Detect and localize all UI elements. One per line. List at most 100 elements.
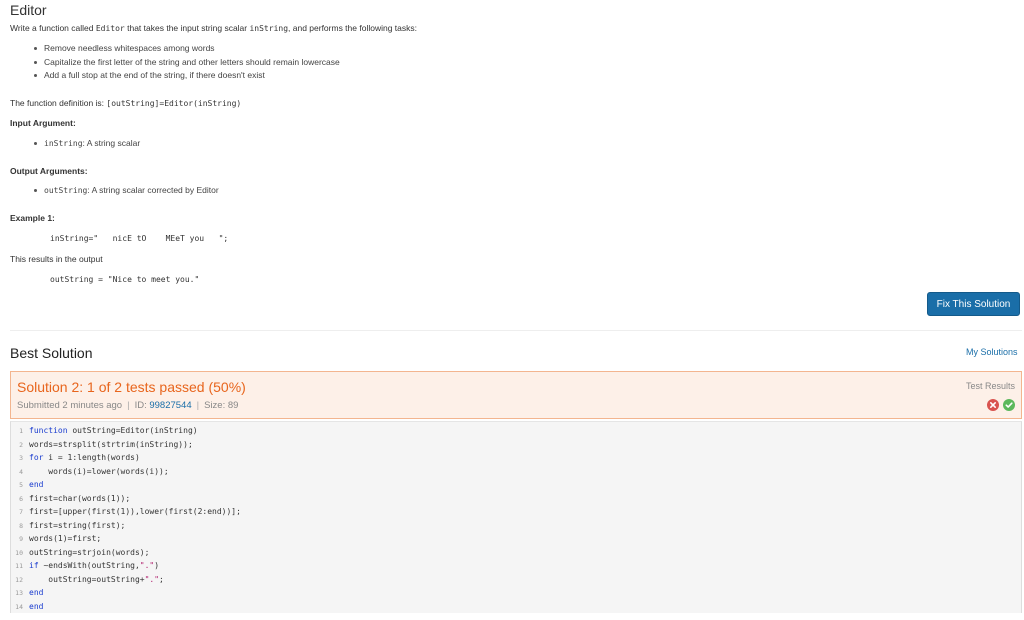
code-line: 7 first=[upper(first(1)),lower(first(2:en… (11, 507, 1021, 520)
line-number: 10 (15, 548, 23, 557)
code-rest: outString=strjoin(words); (29, 547, 150, 557)
output-arg-name: outString (44, 186, 88, 195)
code-text: words(1)=first; (29, 534, 101, 543)
code-line: 1 function outString=Editor(inString) (11, 426, 1021, 439)
result-text: This results in the output (10, 254, 103, 264)
code-keyword: if (29, 561, 39, 570)
code-line: 10 outString=strjoin(words); (11, 548, 1021, 561)
intro-func-name: Editor (95, 24, 125, 33)
code-line: 11 if ~endsWith(outString,".") (11, 561, 1021, 574)
definition-label: The function definition is: (10, 98, 107, 108)
code-line: 9 words(1)=first; (11, 534, 1021, 547)
task-item: Capitalize the first letter of the strin… (34, 56, 340, 70)
code-keyword: end (29, 588, 44, 597)
solution-title[interactable]: Solution 2: 1 of 2 tests passed (50%) (17, 379, 246, 395)
submitted-time: Submitted 2 minutes ago (17, 400, 123, 411)
code-line: 2 words=strsplit(strtrim(inString)); (11, 440, 1021, 453)
code-rest: first=string(first); (29, 520, 126, 530)
fix-solution-button[interactable]: Fix This Solution (927, 292, 1020, 316)
input-arg-desc: : A string scalar (82, 138, 141, 148)
line-number: 12 (15, 575, 23, 584)
solution-size: Size: 89 (204, 400, 239, 411)
code-rest: outString=Editor(inString) (67, 426, 198, 435)
code-keyword: end (29, 601, 44, 611)
solution-header: Solution 2: 1 of 2 tests passed (50%) Su… (10, 371, 1022, 419)
problem-title: Editor (10, 2, 47, 18)
line-number: 3 (19, 454, 23, 462)
line-number: 6 (19, 494, 23, 503)
code-text: first=string(first); (29, 521, 125, 530)
line-number: 13 (15, 589, 23, 597)
code-line: 4 words(i)=lower(words(i)); (11, 467, 1021, 480)
code-rest: i = 1:length(words) (43, 453, 140, 462)
line-number: 7 (19, 508, 23, 516)
code-text: first=[upper(first(1)),lower(first(2:end… (29, 507, 241, 516)
code-keyword: for (29, 453, 44, 462)
code-line: 12 outString=outString+"."; (11, 575, 1021, 588)
best-solution-title: Best Solution (10, 345, 93, 361)
code-rest: words(1)=first; (29, 534, 102, 543)
line-number: 11 (15, 562, 23, 570)
solution-meta: Submitted 2 minutes ago | ID: 99827544 | Siz… (17, 400, 239, 411)
code-text: outString=outString+"."; (29, 575, 164, 584)
test-passed-icon[interactable] (1003, 399, 1015, 411)
intro-text-2: that takes the input string scalar (124, 23, 250, 33)
code-text: end (29, 588, 43, 597)
line-number: 2 (19, 440, 23, 449)
task-item: Remove needless whitespaces among words (34, 42, 340, 56)
line-number: 1 (19, 427, 23, 435)
task-item: Add a full stop at the end of the string… (34, 69, 340, 83)
code-rest: ~endsWith(outString,".") (38, 561, 160, 570)
example-output: outString = "Nice to meet you." (50, 275, 200, 284)
input-item: inString: A string scalar (34, 137, 140, 151)
code-line: 8 first=string(first); (11, 521, 1021, 534)
section-divider (10, 330, 1022, 331)
line-number: 5 (19, 481, 23, 489)
code-text: words(i)=lower(words(i)); (29, 466, 169, 476)
intro-text-3: , and performs the following tasks: (288, 23, 417, 33)
intro-arg-name: inString (249, 24, 289, 33)
line-number: 4 (19, 467, 23, 476)
code-keyword: end (29, 480, 44, 489)
code-rest: outString=outString+"."; (29, 574, 164, 584)
intro-text-1: Write a function called (10, 23, 96, 33)
my-solutions-link[interactable]: My Solutions (966, 347, 1018, 357)
output-arg-desc: : A string scalar corrected by Editor (87, 185, 219, 195)
solution-id-label: ID: (134, 400, 150, 411)
input-list: inString: A string scalar (34, 137, 140, 151)
line-number: 14 (15, 602, 23, 611)
task-list: Remove needless whitespaces among words … (34, 42, 340, 83)
code-text: function outString=Editor(inString) (29, 426, 198, 435)
solution-id-link[interactable]: 99827544 (149, 400, 191, 411)
output-list: outString: A string scalar corrected by … (34, 184, 219, 198)
code-text: first=char(words(1)); (29, 494, 130, 503)
code-text: end (29, 480, 43, 489)
example-heading: Example 1: (10, 213, 55, 223)
code-line: 6 first=char(words(1)); (11, 494, 1021, 507)
code-text: if ~endsWith(outString,".") (29, 561, 159, 570)
code-rest: words=strsplit(strtrim(inString)); (29, 439, 193, 449)
line-number: 8 (19, 521, 23, 530)
code-text: outString=strjoin(words); (29, 548, 149, 557)
test-failed-icon[interactable] (987, 399, 999, 411)
code-keyword: function (29, 426, 68, 435)
input-heading: Input Argument: (10, 118, 76, 128)
code-text: words=strsplit(strtrim(inString)); (29, 440, 193, 449)
line-number: 9 (19, 535, 23, 543)
function-definition: The function definition is: [outString]=… (10, 98, 241, 108)
problem-intro: Write a function called Editor that take… (10, 23, 417, 33)
input-arg-name: inString (44, 139, 83, 148)
example-input: inString=" nicE tO MEeT you "; (50, 234, 229, 243)
output-heading: Output Arguments: (10, 166, 88, 176)
code-line: 14 end (11, 602, 1021, 614)
code-line: 5 end (11, 480, 1021, 493)
test-status-icons (987, 399, 1015, 411)
code-text: end (29, 602, 43, 611)
code-rest: first=[upper(first(1)),lower(first(2:end… (29, 507, 241, 516)
code-rest: words(i)=lower(words(i)); (29, 466, 169, 476)
test-results-label: Test Results (965, 381, 1015, 391)
code-viewer: 1 function outString=Editor(inString) 2 wor… (10, 421, 1022, 613)
code-line: 3 for i = 1:length(words) (11, 453, 1021, 466)
code-line: 13 end (11, 588, 1021, 601)
output-item: outString: A string scalar corrected by … (34, 184, 219, 198)
